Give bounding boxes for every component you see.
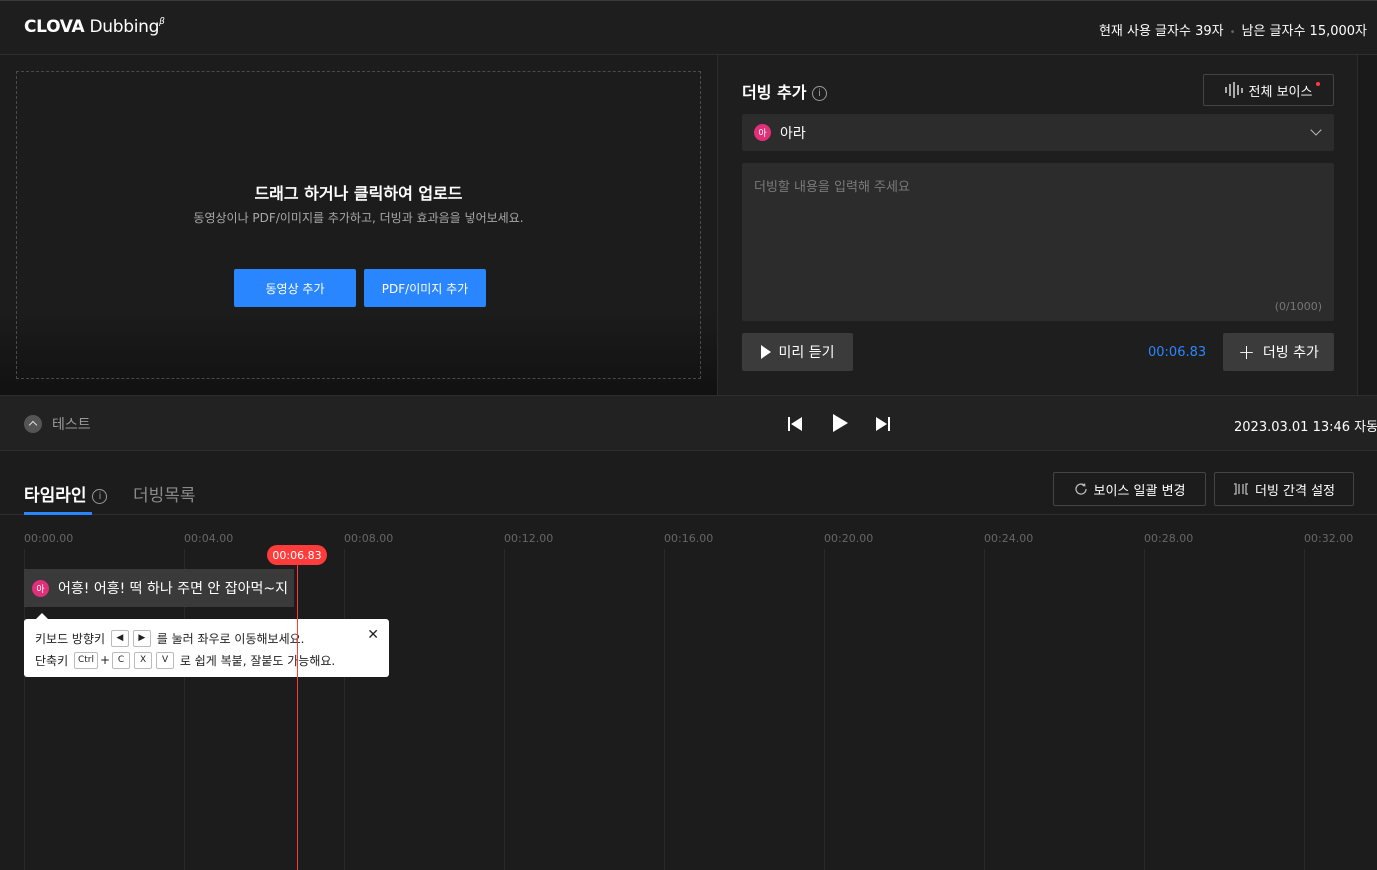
tab-timeline[interactable]: 타임라인 i xyxy=(24,481,108,506)
grid-line xyxy=(664,549,665,870)
all-voices-button[interactable]: 전체 보이스 xyxy=(1203,74,1334,106)
keyboard-tooltip: 키보드 방향키 ◀ ▶ 를 눌러 좌우로 이동해보세요. 단축키 Ctrl + … xyxy=(24,613,389,677)
waveform-icon xyxy=(1224,82,1243,98)
tab-dubbing-list[interactable]: 더빙목록 xyxy=(133,481,196,506)
tooltip-text: 단축키 xyxy=(35,653,69,668)
voice-name: 아라 xyxy=(780,125,806,142)
key-c: C xyxy=(112,651,131,669)
tooltip-text: 키보드 방향키 xyxy=(35,631,106,646)
char-counter: (0/1000) xyxy=(1274,300,1322,313)
active-tab-indicator xyxy=(24,512,92,515)
grid-line xyxy=(504,549,505,870)
logo-brand: CLOVA xyxy=(24,17,85,37)
batch-voice-change-button[interactable]: 보이스 일괄 변경 xyxy=(1053,472,1206,506)
usage-current: 현재 사용 글자수 39자 xyxy=(1098,24,1224,39)
tooltip-text: 로 쉽게 복붙, 잘붙도 가능해요. xyxy=(179,653,336,668)
grid-line xyxy=(984,549,985,870)
add-pdf-image-button[interactable]: PDF/이미지 추가 xyxy=(364,269,486,307)
key-right-arrow: ▶ xyxy=(132,629,151,647)
playhead-time-badge[interactable]: 00:06.83 xyxy=(267,545,327,565)
app-logo[interactable]: CLOVA Dubbingβ xyxy=(24,17,165,37)
play-icon[interactable] xyxy=(832,414,848,432)
tooltip-line-1: 키보드 방향키 ◀ ▶ 를 눌러 좌우로 이동해보세요. xyxy=(35,627,378,649)
tab-timeline-label: 타임라인 xyxy=(24,486,87,506)
close-icon[interactable]: ✕ xyxy=(367,627,379,643)
upload-panel: 드래그 하거나 클릭하여 업로드 동영상이나 PDF/이미지를 추가하고, 더빙… xyxy=(0,55,717,395)
gap-label: 더빙 간격 설정 xyxy=(1254,483,1336,499)
key-x: X xyxy=(134,651,153,669)
tooltip-text: 를 눌러 좌우로 이동해보세요. xyxy=(156,631,305,646)
upload-description: 동영상이나 PDF/이미지를 추가하고, 더빙과 효과음을 넣어보세요. xyxy=(193,211,524,225)
add-video-button[interactable]: 동영상 추가 xyxy=(234,269,356,307)
upload-title: 드래그 하거나 클릭하여 업로드 xyxy=(254,184,463,203)
timeline-area: 타임라인 i 더빙목록 보이스 일괄 변경 더빙 간격 설정 00:00.00 … xyxy=(0,451,1377,870)
playhead-line[interactable] xyxy=(297,561,298,870)
usage-remaining: 남은 글자수 15,000자 xyxy=(1241,24,1367,39)
ruler-label: 00:00.00 xyxy=(24,532,74,545)
gap-icon xyxy=(1233,483,1248,495)
ruler-label: 00:12.00 xyxy=(504,532,554,545)
tooltip-line-2: 단축키 Ctrl + C X V 로 쉽게 복붙, 잘붙도 가능해요. xyxy=(35,649,378,671)
grid-line xyxy=(1304,549,1305,870)
usage-separator: • xyxy=(1229,27,1236,38)
plus-icon: + xyxy=(1238,340,1255,364)
grid-line xyxy=(824,549,825,870)
key-plus: + xyxy=(99,653,111,667)
ruler-label: 00:24.00 xyxy=(984,532,1034,545)
clip-text: 어흥! 어흥! 떡 하나 주면 안 잡아먹~지 xyxy=(58,581,288,597)
all-voices-label: 전체 보이스 xyxy=(1248,84,1313,100)
key-v: V xyxy=(156,651,175,669)
grid-line xyxy=(344,549,345,870)
dubbing-clip[interactable]: 아 어흥! 어흥! 떡 하나 주면 안 잡아먹~지 xyxy=(24,569,294,607)
preview-label: 미리 듣기 xyxy=(778,345,835,361)
play-icon xyxy=(760,345,771,359)
info-icon[interactable]: i xyxy=(92,489,108,504)
dubbing-gap-button[interactable]: 더빙 간격 설정 xyxy=(1214,472,1354,506)
app-root: CLOVA Dubbingβ 현재 사용 글자수 39자 • 남은 글자수 15,0… xyxy=(0,0,1377,870)
add-dubbing-label: 더빙 추가 xyxy=(1262,345,1319,361)
dubbing-title: 더빙 추가 i xyxy=(742,79,828,103)
key-ctrl: Ctrl xyxy=(73,651,98,669)
voice-avatar: 아 xyxy=(754,124,771,141)
panel-scrollbar[interactable] xyxy=(1357,55,1377,395)
top-header: CLOVA Dubbingβ 현재 사용 글자수 39자 • 남은 글자수 15,0… xyxy=(0,0,1377,55)
add-dubbing-button[interactable]: + 더빙 추가 xyxy=(1223,333,1334,371)
dubbing-time: 00:06.83 xyxy=(1148,345,1207,360)
batch-voice-label: 보이스 일괄 변경 xyxy=(1093,483,1186,499)
timeline-tabs: 타임라인 i 더빙목록 보이스 일괄 변경 더빙 간격 설정 xyxy=(0,451,1377,515)
ruler-label: 00:32.00 xyxy=(1304,532,1354,545)
skip-previous-icon[interactable] xyxy=(788,417,802,431)
skip-next-icon[interactable] xyxy=(876,417,890,431)
preview-button[interactable]: 미리 듣기 xyxy=(742,333,853,371)
dubbing-text-box: (0/1000) xyxy=(742,163,1334,321)
key-left-arrow: ◀ xyxy=(110,629,129,647)
dubbing-panel: 더빙 추가 i 전체 보이스 아 아라 (0/1000) 미리 듣기 00:06… xyxy=(717,55,1357,395)
collapse-chevron-icon[interactable] xyxy=(24,415,42,433)
ruler-label: 00:08.00 xyxy=(344,532,394,545)
ruler-label: 00:16.00 xyxy=(664,532,714,545)
ruler-label: 00:04.00 xyxy=(184,532,234,545)
logo-product: Dubbing xyxy=(89,17,160,37)
usage-info: 현재 사용 글자수 39자 • 남은 글자수 15,000자 xyxy=(1099,20,1367,39)
player-bar: 테스트 2023.03.01 13:46 자동 저장 xyxy=(0,395,1377,451)
logo-beta: β xyxy=(159,17,165,27)
refresh-icon xyxy=(1074,483,1087,495)
upload-dropzone[interactable]: 드래그 하거나 클릭하여 업로드 동영상이나 PDF/이미지를 추가하고, 더빙… xyxy=(16,71,701,379)
project-name[interactable]: 테스트 xyxy=(52,414,91,434)
chevron-down-icon xyxy=(1310,124,1322,136)
voice-select[interactable]: 아 아라 xyxy=(742,114,1334,151)
autosave-status: 2023.03.01 13:46 자동 저장 xyxy=(1234,420,1377,435)
notification-dot xyxy=(1316,82,1320,86)
dubbing-title-text: 더빙 추가 xyxy=(742,83,807,102)
clip-voice-avatar: 아 xyxy=(32,579,49,597)
info-icon[interactable]: i xyxy=(812,86,828,101)
ruler-label: 00:20.00 xyxy=(824,532,874,545)
grid-line xyxy=(1144,549,1145,870)
dubbing-text-input[interactable] xyxy=(742,163,1334,321)
ruler-label: 00:28.00 xyxy=(1144,532,1194,545)
